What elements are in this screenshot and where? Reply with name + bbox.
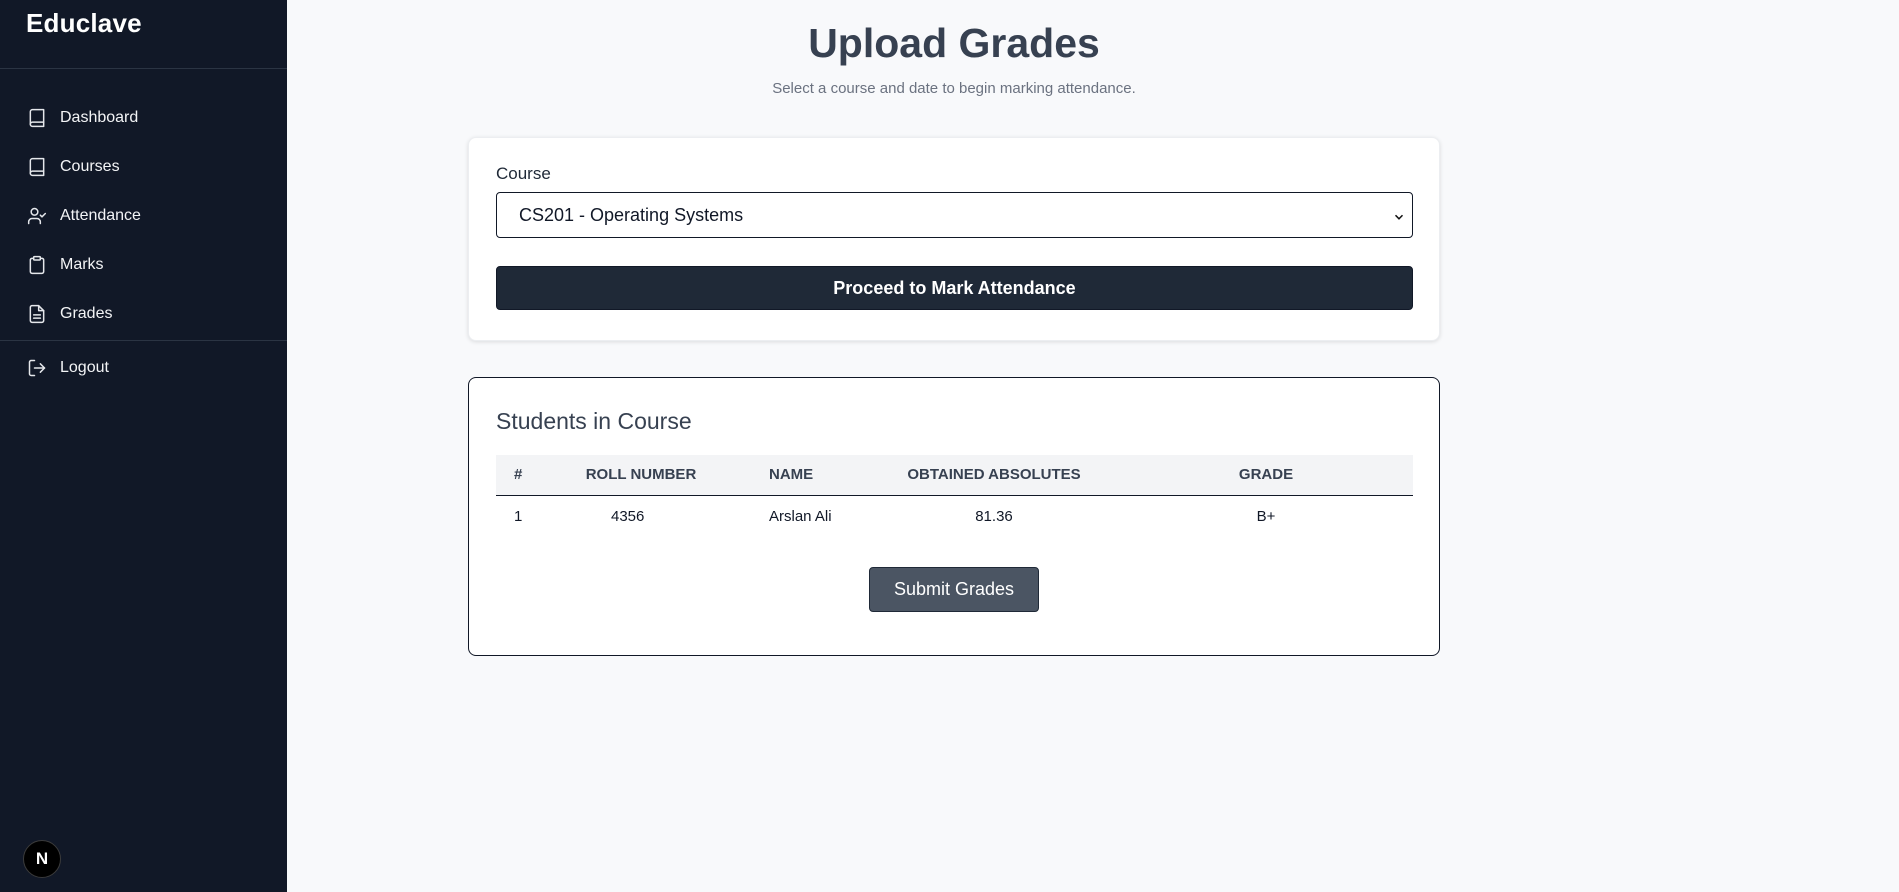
sidebar-item-dashboard[interactable]: Dashboard	[0, 93, 287, 142]
sidebar-item-logout[interactable]: Logout	[0, 343, 287, 392]
cell-grade: B+	[1256, 507, 1276, 525]
page-title: Upload Grades	[808, 20, 1100, 66]
sidebar-item-grades[interactable]: Grades	[0, 289, 287, 338]
sidebar-nav: Dashboard Courses Attendance Marks Grade…	[0, 69, 287, 392]
sidebar-item-label: Attendance	[60, 206, 141, 224]
user-check-icon	[27, 206, 47, 226]
column-header-index: #	[514, 466, 523, 484]
cell-name: Arslan Ali	[769, 507, 832, 525]
page-subtitle: Select a course and date to begin markin…	[772, 80, 1136, 97]
table-row: 1 4356 Arslan Ali 81.36 B+	[496, 495, 1413, 537]
sidebar-item-label: Courses	[60, 157, 120, 175]
students-title: Students in Course	[496, 408, 692, 434]
chevron-down-icon	[1392, 208, 1406, 222]
sidebar-item-courses[interactable]: Courses	[0, 142, 287, 191]
sidebar-item-label: Logout	[60, 358, 109, 376]
students-card: Students in Course # ROLL NUMBER NAME OB…	[468, 377, 1440, 656]
proceed-button[interactable]: Proceed to Mark Attendance	[496, 266, 1413, 310]
book-icon	[27, 108, 47, 128]
course-select-card: Course CS201 - Operating Systems Proceed…	[468, 137, 1440, 341]
sidebar-item-attendance[interactable]: Attendance	[0, 191, 287, 240]
file-text-icon	[27, 304, 47, 324]
course-select-value: CS201 - Operating Systems	[519, 205, 744, 225]
cell-obtained-absolutes: 81.36	[975, 507, 1013, 525]
nextjs-badge[interactable]: N	[23, 840, 61, 878]
submit-wrap: Submit Grades	[496, 567, 1412, 612]
brand-logo[interactable]: Educlave	[0, 0, 287, 69]
column-header-obtained-absolutes: OBTAINED ABSOLUTES	[907, 466, 1081, 484]
cell-roll-number: 4356	[611, 507, 645, 525]
main-content: Upload Grades Select a course and date t…	[287, 0, 1899, 892]
table-header-row: # ROLL NUMBER NAME OBTAINED ABSOLUTES GR…	[496, 455, 1413, 495]
sidebar-item-label: Grades	[60, 304, 113, 322]
book-icon	[27, 157, 47, 177]
column-header-roll-number: ROLL NUMBER	[585, 466, 697, 484]
sidebar-item-label: Marks	[60, 255, 104, 273]
sidebar-item-marks[interactable]: Marks	[0, 240, 287, 289]
course-select[interactable]: CS201 - Operating Systems	[496, 192, 1413, 238]
sidebar-divider	[0, 340, 287, 341]
cell-index: 1	[514, 507, 523, 525]
column-header-grade: GRADE	[1238, 466, 1294, 484]
course-label: Course	[496, 164, 551, 183]
column-header-name: NAME	[769, 466, 814, 484]
clipboard-icon	[27, 255, 47, 275]
students-table: # ROLL NUMBER NAME OBTAINED ABSOLUTES GR…	[496, 455, 1413, 537]
sidebar-item-label: Dashboard	[60, 108, 139, 126]
sidebar: Educlave Dashboard Courses Attendance Ma…	[0, 0, 287, 892]
submit-grades-button[interactable]: Submit Grades	[869, 567, 1039, 612]
logout-icon	[27, 358, 47, 378]
